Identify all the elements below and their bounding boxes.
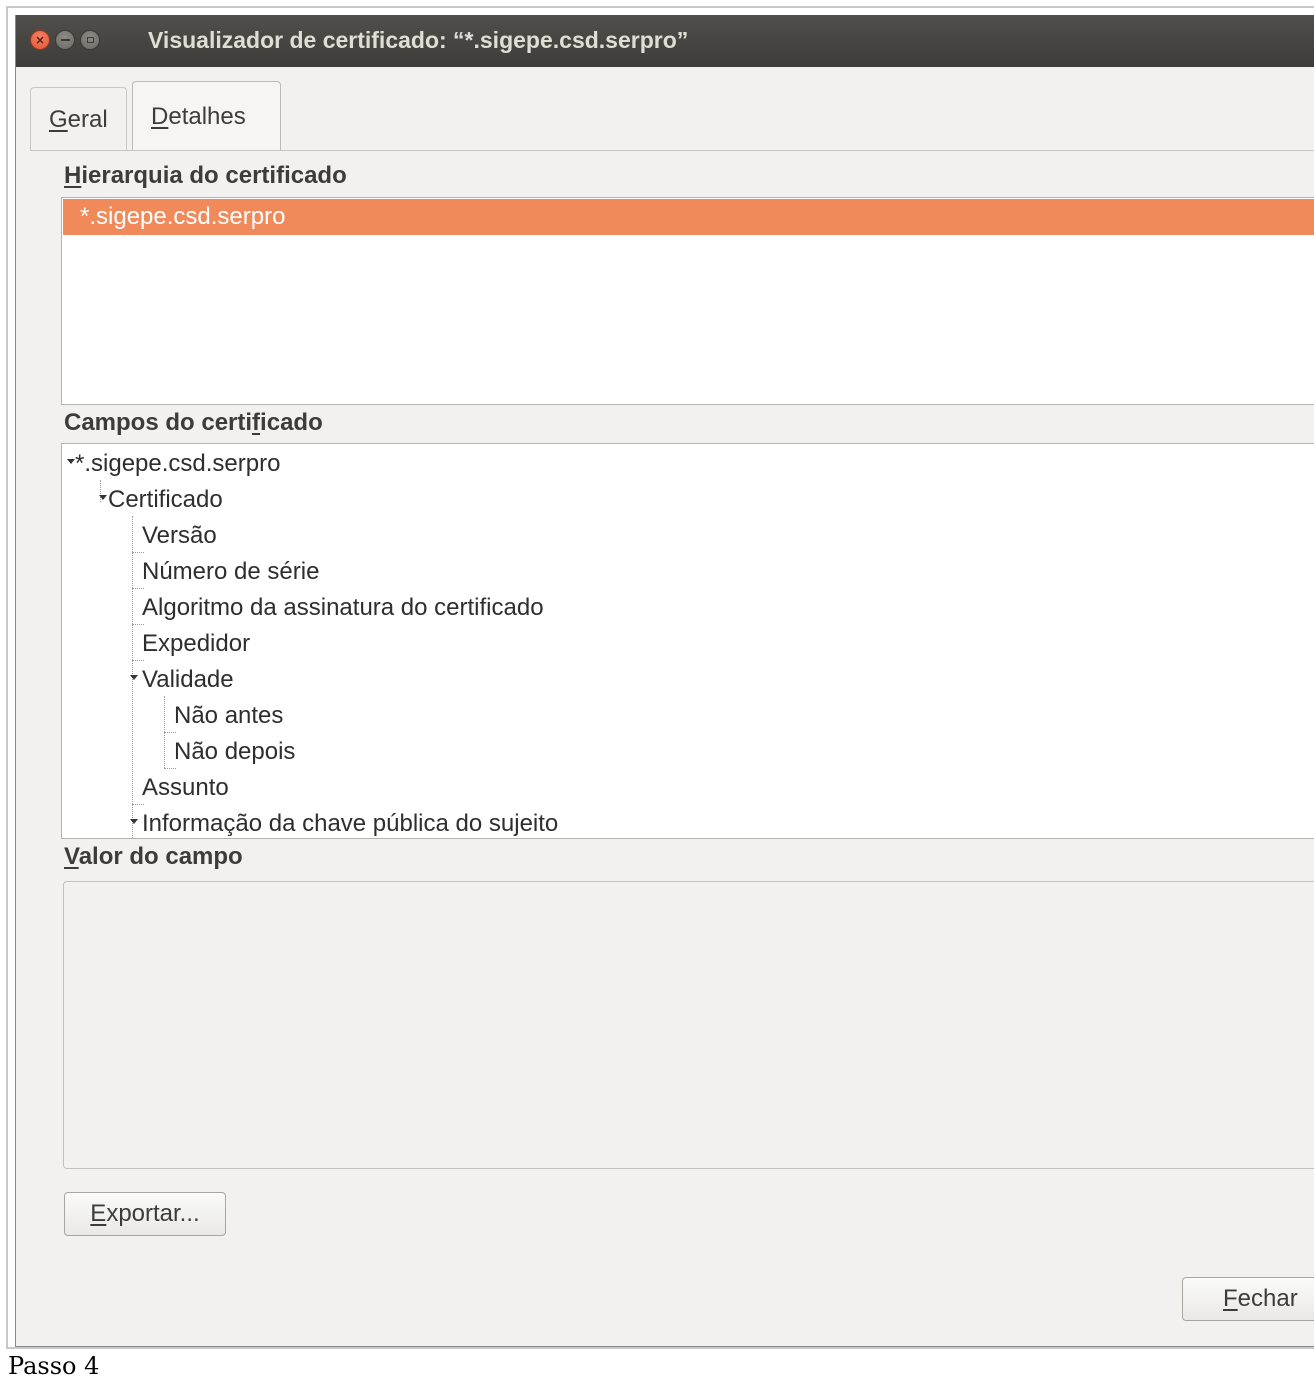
tree-item[interactable]: Certificado [108, 482, 223, 518]
tree-item[interactable]: Expedidor [142, 626, 250, 662]
expander-open-icon[interactable] [130, 675, 138, 680]
minimize-window-button[interactable] [55, 30, 75, 50]
tree-item[interactable]: Não depois [174, 734, 295, 770]
certificate-viewer-window: × Visualizador de certificado: “*.sigepe… [15, 15, 1314, 1347]
close-button[interactable]: Fechar [1182, 1277, 1314, 1321]
export-button[interactable]: Exportar... [64, 1192, 226, 1236]
expander-open-icon[interactable] [67, 459, 75, 464]
field-value-textarea[interactable] [63, 881, 1314, 1169]
fields-label: Campos do certificado [64, 409, 323, 436]
tab-detalhes-label: Detalhes [151, 102, 246, 130]
tree-item[interactable]: Algoritmo da assinatura do certificado [142, 590, 544, 626]
hierarchy-label: Hierarquia do certificado [64, 162, 347, 189]
tree-item[interactable]: Informação da chave pública do sujeito [142, 806, 558, 838]
tab-divider [30, 150, 1314, 151]
expander-open-icon[interactable] [99, 495, 107, 500]
minimize-icon [60, 39, 70, 41]
expander-open-icon[interactable] [130, 819, 138, 824]
fields-tree[interactable]: *.sigepe.csd.serpro Certificado Versão N… [61, 443, 1314, 839]
tab-detalhes[interactable]: Detalhes [132, 81, 281, 151]
tab-geral-label: Getalheseral [49, 105, 108, 133]
close-window-button[interactable]: × [30, 30, 50, 50]
hierarchy-list[interactable]: *.sigepe.csd.serpro [61, 197, 1314, 405]
maximize-icon [86, 37, 94, 43]
tree-item[interactable]: *.sigepe.csd.serpro [75, 446, 280, 482]
tree-item[interactable]: Número de série [142, 554, 319, 590]
export-button-label: Exportar... [90, 1200, 200, 1227]
window-title: Visualizador de certificado: “*.sigepe.c… [148, 27, 689, 53]
tab-geral[interactable]: Getalheseral [30, 87, 127, 151]
hierarchy-item-selected[interactable]: *.sigepe.csd.serpro [63, 199, 1314, 235]
tree-item[interactable]: Assunto [142, 770, 229, 806]
tree-item[interactable]: Não antes [174, 698, 283, 734]
hierarchy-item-label: *.sigepe.csd.serpro [80, 203, 286, 230]
step-caption: Passo 4 [8, 1352, 100, 1380]
tree-item[interactable]: Versão [142, 518, 217, 554]
title-bar[interactable]: × Visualizador de certificado: “*.sigepe… [16, 15, 1314, 67]
maximize-window-button[interactable] [80, 30, 100, 50]
value-label: Valor do campo [64, 843, 243, 870]
close-button-label: Fechar [1223, 1285, 1298, 1312]
tree-item[interactable]: Validade [142, 662, 234, 698]
close-icon: × [34, 33, 46, 47]
